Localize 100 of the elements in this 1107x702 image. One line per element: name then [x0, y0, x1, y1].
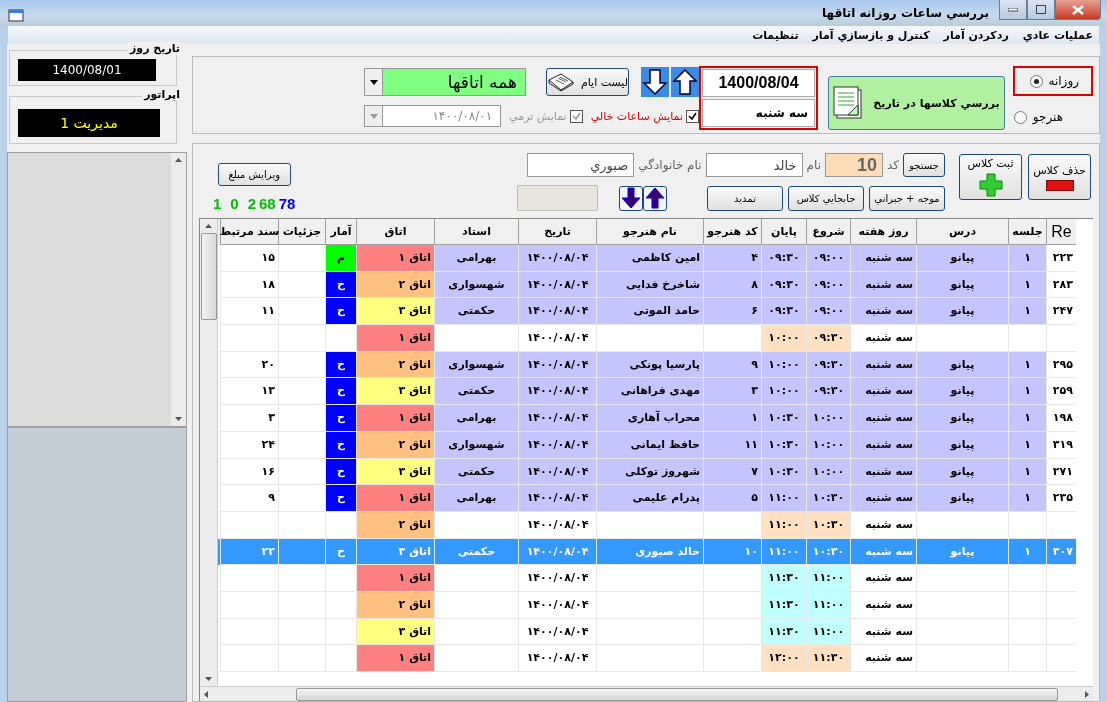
radio-button[interactable]: هنرجو — [1013, 102, 1093, 132]
table-cell: ۹ — [220, 485, 278, 512]
scrollbar[interactable] — [200, 219, 218, 686]
table-cell: ۱ — [1008, 431, 1046, 459]
table-cell: اتاق ۳ — [356, 458, 434, 486]
table-cell: ح — [325, 351, 356, 379]
table-row[interactable]: سه شنبه ۱۱:۳۰ ۱۲:۰۰ ۱۴۰۰/۰۸/۰۴ اتاق ۱ — [218, 645, 1076, 672]
table-cell: ۲۲۳ — [1046, 245, 1076, 272]
minimize-button[interactable] — [999, 0, 1027, 20]
scrollbar[interactable] — [200, 686, 1093, 701]
close-button[interactable] — [1055, 0, 1101, 20]
table-row[interactable]: ۲۹۵ ۱ پیانو سه شنبه ۰۹:۳۰ ۱۰:۰۰ ۹ پارسیا پونکی ۱۴۰۰/۰۸/۰۴ شهسواری اتاق ۲ ح ۲۰ — [218, 351, 1076, 379]
date-field[interactable]: 1400/08/04 — [702, 69, 815, 97]
table-cell: ۰۹:۳۰ — [806, 351, 850, 379]
menu-item[interactable]: کنترل و بازسازي آمار — [812, 28, 930, 42]
menu-item[interactable]: تنظیمات — [752, 28, 799, 42]
table-cell: ۱ — [1008, 351, 1046, 379]
table-cell: ۱۱:۰۰ — [806, 618, 850, 646]
menu-item[interactable]: عملیات عادي — [1022, 28, 1093, 42]
table-cell: اتاق ۱ — [356, 565, 434, 592]
table-cell: ۱۸ — [220, 271, 278, 299]
weekday-field[interactable]: سه شنبه — [702, 99, 815, 127]
table-row[interactable]: ۲۳۵ ۱ پیانو سه شنبه ۱۰:۳۰ ۱۱:۰۰ ۵ پدرام علیمی ۱۴۰۰/۰۸/۰۴ بهرامی اتاق ۱ ح ۹ — [218, 485, 1076, 512]
input-field[interactable] — [517, 185, 598, 211]
table-cell: سه شنبه — [850, 325, 916, 352]
table-cell: ۰۹:۳۰ — [806, 378, 850, 406]
table-cell: پیانو — [916, 298, 1008, 326]
action-button[interactable]: موجه + جبراني — [869, 185, 945, 211]
table-cell: مهدی فراهانی — [596, 378, 703, 406]
table-row[interactable]: سه شنبه ۱۱:۰۰ ۱۱:۳۰ ۱۴۰۰/۰۸/۰۴ اتاق ۳ — [218, 618, 1076, 646]
table-cell: ۰۹:۰۰ — [806, 271, 850, 299]
table-row[interactable]: ۳۱۹ ۱ پیانو سه شنبه ۱۰:۰۰ ۱۰:۳۰ ۱۱ حافظ ایمانی ۱۴۰۰/۰۸/۰۴ شهسواری اتاق ۲ ح ۲۴ — [218, 431, 1076, 459]
table-cell: ۱۴۰۰/۰۸/۰۴ — [518, 458, 596, 486]
table-cell: ۸ — [703, 271, 761, 299]
table-row[interactable]: سه شنبه ۱۰:۳۰ ۱۱:۰۰ ۱۴۰۰/۰۸/۰۴ اتاق ۲ — [218, 511, 1076, 539]
scrollbar[interactable] — [171, 153, 186, 426]
maximize-icon — [1036, 5, 1046, 14]
table-cell: ۲۴ — [220, 431, 278, 459]
table-cell: ۱۰:۰۰ — [761, 351, 806, 379]
count-label: 2 — [247, 195, 257, 212]
up-arrow-button[interactable] — [643, 185, 667, 211]
table-row[interactable]: ۱۹۸ ۱ پیانو سه شنبه ۱۰:۰۰ ۱۰:۳۰ ۱ محراب آهاری ۱۴۰۰/۰۸/۰۴ بهرامی اتاق ۱ ح ۳ — [218, 405, 1076, 432]
up-arrow-button[interactable] — [671, 67, 699, 97]
date-dropdown[interactable]: ۱۴۰۰/۰۸/۰۱ — [364, 105, 502, 127]
down-arrow-button[interactable] — [641, 67, 669, 97]
radio-button[interactable]: روزانه — [1013, 66, 1093, 96]
code-field[interactable]: 10 — [825, 153, 883, 177]
table-cell: سه شنبه — [850, 591, 916, 619]
review-button[interactable]: بررسي کلاسها در تاریخ — [828, 76, 1005, 130]
table-cell: ۱۱:۰۰ — [761, 485, 806, 512]
table-cell: ۱۴۰۰/۰۸/۰۴ — [518, 325, 596, 352]
count-label: 78 — [278, 195, 296, 212]
table-cell: بهرامی — [434, 485, 518, 512]
name-field[interactable]: خالد — [705, 153, 803, 177]
table-cell: ۲۹۵ — [1046, 351, 1076, 379]
action-button[interactable]: تمدید — [707, 185, 783, 211]
table-cell: ۱۰:۰۰ — [806, 405, 850, 432]
table-cell: اتاق ۱ — [356, 325, 434, 352]
delete-class-button[interactable]: حذف کلاس — [1028, 154, 1091, 200]
edit-amount-button[interactable]: ویرایش مبلغ — [217, 163, 291, 186]
table-cell: ۱ — [1008, 485, 1046, 512]
menu-item[interactable]: ردکردن آمار — [943, 28, 1009, 42]
table-cell: ۱۰:۳۰ — [806, 485, 850, 512]
table-cell: ۱۴۰۰/۰۸/۰۴ — [518, 298, 596, 326]
family-field[interactable]: صبوري — [527, 153, 635, 177]
scroll-thumb[interactable] — [296, 687, 1058, 701]
table-cell: ۳ — [220, 405, 278, 432]
table-cell: ۱۰:۳۰ — [761, 405, 806, 432]
scroll-left-icon — [204, 690, 208, 698]
table-row[interactable]: ۲۴۷ ۱ پیانو سه شنبه ۰۹:۰۰ ۰۹:۳۰ ۶ حامد الموتی ۱۴۰۰/۰۸/۰۴ حکمتی اتاق ۳ ح ۱۱ — [218, 298, 1076, 326]
scroll-up-icon — [205, 224, 212, 228]
maximize-button[interactable] — [1027, 0, 1055, 20]
table-cell: اتاق ۲ — [356, 591, 434, 619]
caret-icon — [369, 79, 378, 85]
table-cell: ۳۱۹ — [1046, 431, 1076, 459]
table-row[interactable]: ۲۷۱ ۱ پیانو سه شنبه ۱۰:۰۰ ۱۰:۳۰ ۷ شهروز توکلی ۱۴۰۰/۰۸/۰۴ حکمتی اتاق ۳ ح ۱۶ — [218, 458, 1076, 486]
scroll-thumb[interactable] — [200, 233, 217, 320]
add-class-button[interactable]: ثبت کلاس — [959, 154, 1022, 200]
search-button[interactable]: جستجو — [903, 153, 945, 177]
table-cell: ۱ — [1008, 298, 1046, 326]
operator-display: مدیریت 1 — [18, 109, 160, 137]
table-cell: ۰۹:۳۰ — [806, 325, 850, 352]
minus-icon — [1045, 179, 1074, 191]
checkbox[interactable]: نمایش ساعات خالي — [590, 109, 699, 123]
table-row[interactable]: سه شنبه ۱۱:۰۰ ۱۱:۳۰ ۱۴۰۰/۰۸/۰۴ اتاق ۱ — [218, 565, 1076, 592]
room-dropdown[interactable]: همه اتاقها — [364, 68, 526, 96]
group-label: اپراتور — [142, 88, 182, 101]
down-arrow-button[interactable] — [619, 185, 643, 211]
check-icon — [688, 111, 697, 121]
table-row[interactable]: ۲۵۹ ۱ پیانو سه شنبه ۰۹:۳۰ ۱۰:۰۰ ۳ مهدی فراهانی ۱۴۰۰/۰۸/۰۴ حکمتی اتاق ۳ ح ۱۳ — [218, 378, 1076, 406]
list-button[interactable]: لیست ایام — [545, 68, 629, 96]
table-cell: ۲۸۳ — [1046, 271, 1076, 299]
table-row[interactable]: سه شنبه ۰۹:۳۰ ۱۰:۰۰ ۱۴۰۰/۰۸/۰۴ اتاق ۱ — [218, 325, 1076, 352]
action-button[interactable]: جابجایي کلاس — [788, 185, 864, 211]
table-row[interactable]: سه شنبه ۱۱:۰۰ ۱۱:۳۰ ۱۴۰۰/۰۸/۰۴ اتاق ۲ — [218, 591, 1076, 619]
table-cell: ۱۰:۰۰ — [761, 378, 806, 406]
table-cell: اتاق ۲ — [356, 431, 434, 459]
table-cell: ۱۴۰۰/۰۸/۰۴ — [518, 511, 596, 539]
table-row[interactable]: ۲۲۳ ۱ پیانو سه شنبه ۰۹:۰۰ ۰۹:۳۰ ۴ امین کاظمی ۱۴۰۰/۰۸/۰۴ بهرامی اتاق ۱ م ۱۵ — [218, 245, 1076, 272]
table-row[interactable]: ۲۸۳ ۱ پیانو سه شنبه ۰۹:۰۰ ۰۹:۳۰ ۸ شاخرخ فدایی ۱۴۰۰/۰۸/۰۴ شهسواری اتاق ۲ ح ۱۸ — [218, 271, 1076, 299]
